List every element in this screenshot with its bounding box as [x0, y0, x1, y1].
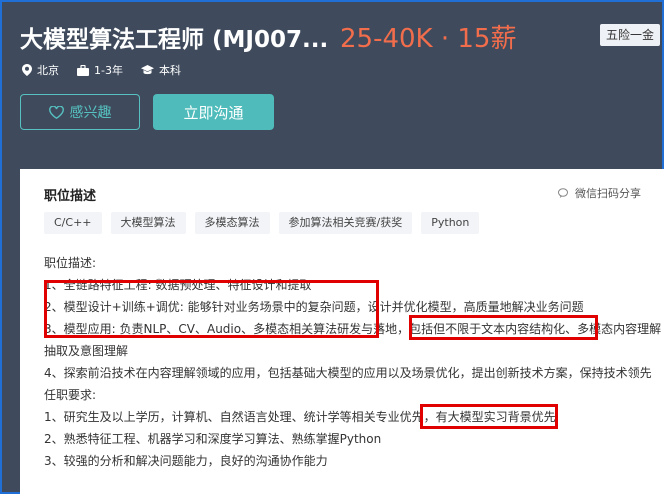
description-line: 1、全链路特征工程: 数据预处理、特征设计和提取: [44, 278, 312, 292]
education-text: 本科: [158, 64, 181, 77]
experience-text: 1-3年: [94, 64, 123, 77]
heart-icon: [48, 105, 64, 119]
description-line: 2、模型设计+训练+调优: 能够针对业务场景中的复杂问题，设计并优化模型，高质量…: [44, 300, 584, 314]
job-description: 职位描述: 1、全链路特征工程: 数据预处理、特征设计和提取 2、模型设计+训练…: [44, 252, 664, 472]
job-header: 大模型算法工程师 (MJ007... 25-40K · 15薪 五险一金 北京 …: [2, 2, 662, 152]
briefcase-icon: [77, 64, 89, 76]
description-line: 1、研究生及以上学历，计算机、自然语言处理、统计学等相关专业优先，有大模型实习背…: [44, 410, 556, 424]
meta-experience: 1-3年: [77, 62, 123, 78]
share-link[interactable]: 微信扫码分享: [558, 185, 641, 201]
skill-tag: 参加算法相关竞赛/获奖: [278, 212, 413, 234]
benefit-badge: 五险一金: [600, 24, 661, 46]
chat-button[interactable]: 立即沟通: [153, 94, 274, 130]
description-line: 任职要求:: [44, 388, 97, 402]
location-icon: [22, 64, 32, 76]
graduation-cap-icon: [140, 64, 154, 74]
description-line: 职位描述:: [44, 256, 97, 270]
description-line: 3、模型应用: 负责NLP、CV、Audio、多模态相关算法研发与落地，包括但不…: [44, 322, 662, 336]
description-line: 3、较强的分析和解决问题能力，良好的沟通协作能力: [44, 454, 328, 468]
skill-tags: C/C++ 大模型算法 多模态算法 参加算法相关竞赛/获奖 Python: [44, 212, 488, 234]
meta-city: 北京: [22, 62, 59, 78]
city-text: 北京: [37, 64, 59, 77]
skill-tag: 多模态算法: [194, 212, 270, 234]
share-label: 微信扫码分享: [575, 187, 641, 200]
description-line: 抽取及意图理解: [44, 344, 129, 358]
skill-tag: C/C++: [44, 212, 102, 234]
skill-tag: 大模型算法: [110, 212, 186, 234]
description-line: 2、熟悉特征工程、机器学习和深度学习算法、熟练掌握Python: [44, 432, 382, 446]
meta-education: 本科: [140, 62, 181, 78]
skill-tag: Python: [421, 212, 480, 234]
salary: 25-40K · 15薪: [340, 24, 517, 54]
description-line: 4、探索前沿技术在内容理解领域的应用，包括基础大模型的应用以及场景优化，提出创新…: [44, 366, 652, 380]
job-meta: 北京 1-3年 本科: [22, 62, 199, 78]
wechat-icon: [558, 187, 568, 198]
interest-label: 感兴趣: [69, 105, 112, 121]
interest-button[interactable]: 感兴趣: [20, 94, 140, 130]
section-title: 职位描述: [44, 189, 97, 204]
job-title: 大模型算法工程师 (MJ007...: [20, 27, 329, 53]
job-detail-card: 职位描述 微信扫码分享 C/C++ 大模型算法 多模态算法 参加算法相关竞赛/获…: [20, 169, 664, 494]
